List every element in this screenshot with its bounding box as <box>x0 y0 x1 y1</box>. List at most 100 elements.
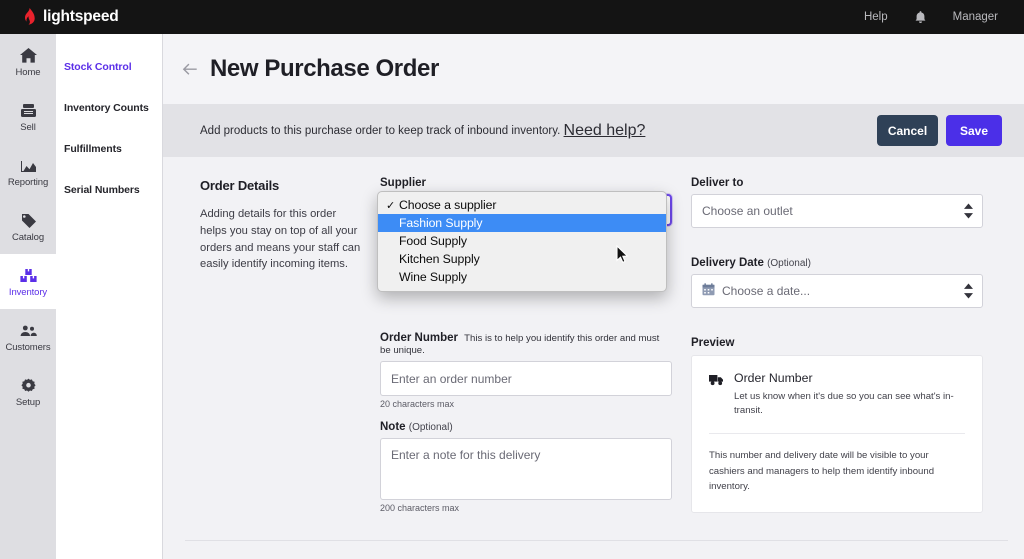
calendar-icon <box>702 283 722 299</box>
help-link[interactable]: Help <box>864 11 888 23</box>
section-divider <box>185 540 1008 541</box>
dropdown-option-wine-supply[interactable]: Wine Supply <box>378 268 666 286</box>
dropdown-option-label: Kitchen Supply <box>399 252 480 266</box>
dropdown-option-fashion-supply[interactable]: Fashion Supply <box>378 214 666 232</box>
sidebar-item-home[interactable]: Home <box>0 34 56 89</box>
subnav-item-inventory-counts[interactable]: Inventory Counts <box>56 87 162 128</box>
form-body: Order Details Adding details for this or… <box>163 157 1024 559</box>
subnav-item-fulfillments[interactable]: Fulfillments <box>56 128 162 169</box>
sidebar-item-customers[interactable]: Customers <box>0 309 56 364</box>
flame-icon <box>22 8 37 26</box>
preview-title: Preview <box>691 337 735 349</box>
subnav-label-stock-control: Stock Control <box>64 60 132 73</box>
note-label-text: Note <box>380 421 406 433</box>
note-placeholder: Enter a note for this delivery <box>391 448 541 462</box>
bell-icon[interactable] <box>914 10 927 25</box>
sidebar-item-catalog[interactable]: Catalog <box>0 199 56 254</box>
brand-logo[interactable]: lightspeed <box>22 8 119 26</box>
boxes-icon <box>19 265 38 284</box>
gear-icon <box>19 375 38 394</box>
back-arrow-icon[interactable] <box>181 61 198 78</box>
page-title: New Purchase Order <box>210 55 439 82</box>
top-bar-actions: Help Manager <box>864 10 998 25</box>
brand-name: lightspeed <box>43 8 119 25</box>
notice-bar: Add products to this purchase order to k… <box>163 104 1024 157</box>
page-header: New Purchase Order <box>163 34 1024 104</box>
truck-icon <box>709 371 724 391</box>
check-icon: ✓ <box>386 199 396 212</box>
delivery-date-field: Delivery Date (Optional) Choose a date..… <box>691 257 983 308</box>
dropdown-option-label: Food Supply <box>399 234 467 248</box>
supplier-select-wrapper[interactable]: ✓ Choose a supplier Fashion Supply Food <box>377 191 672 292</box>
preview-card-footer: This number and delivery date will be vi… <box>709 449 935 493</box>
sidebar-label-setup: Setup <box>15 397 41 408</box>
preview-divider <box>709 432 965 434</box>
mouse-cursor <box>616 244 629 269</box>
people-icon <box>19 320 38 339</box>
deliver-to-placeholder: Choose an outlet <box>702 204 793 218</box>
note-label: Note (Optional) <box>380 421 672 433</box>
order-details-description: Order Details Adding details for this or… <box>200 177 380 525</box>
sidebar-item-setup[interactable]: Setup <box>0 364 56 419</box>
note-textarea[interactable]: Enter a note for this delivery <box>380 438 672 500</box>
home-icon <box>19 45 38 64</box>
sidebar-label-sell: Sell <box>20 122 36 133</box>
order-number-input[interactable]: Enter an order number <box>380 361 672 396</box>
user-menu-label[interactable]: Manager <box>953 11 998 23</box>
preview-card: Order Number Let us know when it's due s… <box>691 355 983 514</box>
order-details-heading: Order Details <box>200 178 280 193</box>
supplier-dropdown-menu[interactable]: ✓ Choose a supplier Fashion Supply Food <box>377 191 667 292</box>
need-help-link[interactable]: Need help? <box>564 122 646 140</box>
stepper-icon[interactable] <box>964 203 973 219</box>
subnav-item-serial-numbers[interactable]: Serial Numbers <box>56 169 162 210</box>
dropdown-option-label: Fashion Supply <box>399 216 483 230</box>
deliver-to-field: Deliver to Choose an outlet <box>691 177 983 228</box>
dropdown-option-choose-a-supplier[interactable]: ✓ Choose a supplier <box>378 196 666 214</box>
order-number-placeholder: Enter an order number <box>391 371 512 386</box>
subnav-label-serial-numbers: Serial Numbers <box>64 183 140 196</box>
sidebar-item-inventory[interactable]: Inventory <box>0 254 56 309</box>
top-navigation-bar: lightspeed Help Manager <box>0 0 1024 34</box>
delivery-date-optional-tag: (Optional) <box>767 258 811 269</box>
sidebar-item-sell[interactable]: Sell <box>0 89 56 144</box>
stepper-icon[interactable] <box>964 283 973 299</box>
sidebar-label-inventory: Inventory <box>8 287 48 298</box>
form-column-left: Supplier ✓ Choose a supplier Fashion Sup… <box>377 177 672 525</box>
subnav-label-fulfillments: Fulfillments <box>64 142 122 155</box>
delivery-date-placeholder: Choose a date... <box>722 284 811 298</box>
note-char-hint: 200 characters max <box>380 503 460 513</box>
form-column-right: → Deliver to Choose an outlet <box>691 177 983 525</box>
order-number-field: Order Number This is to help you identif… <box>380 332 672 409</box>
deliver-to-select[interactable]: Choose an outlet <box>691 194 983 228</box>
sidebar-label-catalog: Catalog <box>11 232 45 243</box>
order-number-char-hint: 20 characters max <box>380 399 455 409</box>
primary-sidebar: Home Sell Reporting Catalog Inventory Cu… <box>0 34 56 559</box>
chart-icon <box>19 155 38 174</box>
delivery-date-input[interactable]: Choose a date... <box>691 274 983 308</box>
dropdown-option-label: Wine Supply <box>399 270 467 284</box>
cancel-button[interactable]: Cancel <box>877 115 938 146</box>
sidebar-label-reporting: Reporting <box>7 177 49 188</box>
note-optional-tag: (Optional) <box>408 422 453 433</box>
sidebar-item-reporting[interactable]: Reporting <box>0 144 56 199</box>
preview-card-subtext: Let us know when it's due so you can see… <box>734 391 954 416</box>
tag-icon <box>19 210 38 229</box>
subnav-label-inventory-counts: Inventory Counts <box>64 101 149 114</box>
subnav-item-stock-control[interactable]: Stock Control <box>56 46 162 87</box>
supplier-field: Supplier ✓ Choose a supplier Fashion Sup… <box>377 177 672 292</box>
order-details-text: Adding details for this order helps you … <box>200 208 361 271</box>
preview-card-heading: Order Number <box>734 371 813 385</box>
notice-actions: Cancel Save <box>877 115 1002 146</box>
order-number-label-text: Order Number <box>380 332 458 344</box>
save-button[interactable]: Save <box>946 115 1002 146</box>
notice-text: Add products to this purchase order to k… <box>200 124 561 137</box>
preview-section: Preview Order Number Let us know when it… <box>691 337 983 514</box>
sidebar-label-home: Home <box>15 67 41 78</box>
main-content: New Purchase Order Add products to this … <box>163 34 1024 559</box>
delivery-date-label-text: Delivery Date <box>691 257 764 269</box>
app-root: lightspeed Help Manager Home Sell Report… <box>0 0 1024 559</box>
register-icon <box>19 100 38 119</box>
preview-card-row: Order Number Let us know when it's due s… <box>709 371 965 418</box>
order-number-label: Order Number This is to help you identif… <box>380 332 672 356</box>
note-field: Note (Optional) Enter a note for this de… <box>380 421 672 513</box>
